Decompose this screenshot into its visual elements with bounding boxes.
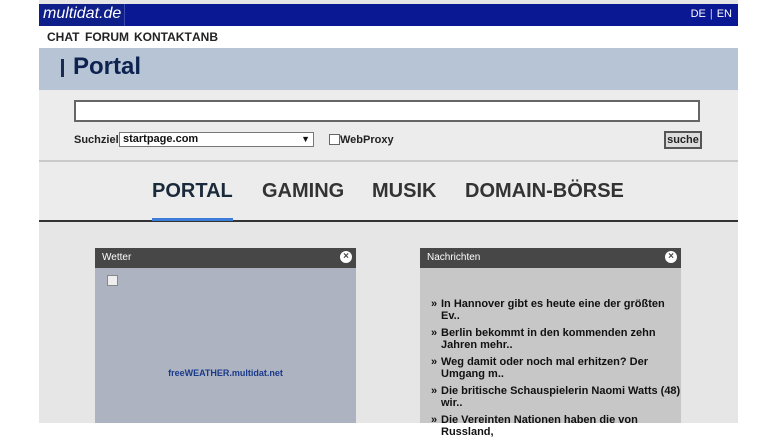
news-item-text: Die Vereinten Nationen haben die von Rus… [441, 414, 638, 438]
menu-item-kontakt[interactable]: KONTAKT [134, 30, 192, 44]
news-widget-title: Nachrichten [427, 252, 481, 263]
close-icon[interactable]: × [665, 251, 677, 263]
search-area: Suchziel: startpage.com ▼ WebProxy suche [39, 90, 738, 162]
menu-item-chat[interactable]: CHAT [47, 30, 79, 44]
page: multidat.de DE | EN CHAT FORUM KONTAKT ANB… [39, 0, 738, 438]
lang-en-link[interactable]: EN [717, 8, 732, 20]
news-item[interactable]: » Weg damit oder noch mal erhitzen? Der U… [431, 356, 681, 380]
news-widget-header: Nachrichten × [420, 248, 681, 268]
language-switcher: DE | EN [691, 8, 732, 20]
news-item[interactable]: » Die britische Schauspielerin Naomi Watt… [431, 385, 681, 409]
logo[interactable]: multidat.de [39, 4, 125, 26]
page-title: Portal [73, 53, 142, 80]
lang-de-link[interactable]: DE [691, 8, 706, 20]
broken-image-icon [107, 275, 118, 286]
portal-title-bar [61, 59, 64, 77]
weather-widget-header: Wetter × [95, 248, 356, 268]
bullet-icon: » [431, 414, 438, 426]
news-item[interactable]: » Die Vereinten Nationen haben die von Ru… [431, 414, 681, 438]
portal-header: Portal [39, 48, 738, 90]
webproxy-checkbox[interactable] [329, 134, 340, 145]
lang-separator: | [709, 8, 713, 20]
webproxy-label: WebProxy [340, 134, 394, 146]
news-item-text: Die britische Schauspielerin Naomi Watts… [441, 385, 681, 409]
search-input[interactable] [74, 100, 700, 122]
weather-widget-body: freeWEATHER.multidat.net [95, 268, 356, 423]
search-target-label: Suchziel: [74, 134, 123, 146]
news-widget: Nachrichten × » In Hannover gibt es heute… [420, 248, 681, 438]
news-list: » In Hannover gibt es heute eine der größ… [431, 298, 681, 443]
logo-text: multidat.de [43, 5, 122, 22]
search-target-value: startpage.com [123, 133, 199, 145]
bullet-icon: » [431, 327, 438, 339]
bullet-icon: » [431, 356, 438, 368]
bullet-icon: » [431, 298, 438, 310]
news-item-text: In Hannover gibt es heute eine der größt… [441, 298, 665, 322]
news-item-text: Berlin bekommt in den kommenden zehn Jah… [441, 327, 656, 351]
chevron-down-icon: ▼ [301, 134, 310, 144]
search-button[interactable]: suche [664, 131, 702, 149]
menu-item-forum[interactable]: FORUM [85, 30, 129, 44]
weather-widget: Wetter × freeWEATHER.multidat.net [95, 248, 356, 423]
news-item[interactable]: » Berlin bekommt in den kommenden zehn Ja… [431, 327, 681, 351]
tab-portal[interactable]: PORTAL [152, 180, 233, 203]
close-icon[interactable]: × [340, 251, 352, 263]
news-widget-body: » In Hannover gibt es heute eine der größ… [420, 268, 681, 438]
top-bar: multidat.de DE | EN [39, 4, 738, 26]
active-tab-indicator [152, 218, 233, 221]
menu-item-anb[interactable]: ANB [192, 30, 218, 44]
tab-gaming[interactable]: GAMING [262, 180, 344, 203]
weather-link[interactable]: freeWEATHER.multidat.net [95, 368, 356, 378]
search-target-select[interactable]: startpage.com ▼ [119, 132, 314, 147]
news-item[interactable]: » In Hannover gibt es heute eine der größ… [431, 298, 681, 322]
tab-domain-boerse[interactable]: DOMAIN-BÖRSE [465, 180, 624, 203]
tab-musik[interactable]: MUSIK [372, 180, 436, 203]
main-menu: CHAT FORUM KONTAKT ANB [39, 26, 738, 48]
weather-widget-title: Wetter [102, 252, 132, 263]
bullet-icon: » [431, 385, 438, 397]
news-item-text: Weg damit oder noch mal erhitzen? Der Um… [441, 356, 648, 380]
section-tabs: PORTAL GAMING MUSIK DOMAIN-BÖRSE [39, 162, 738, 222]
